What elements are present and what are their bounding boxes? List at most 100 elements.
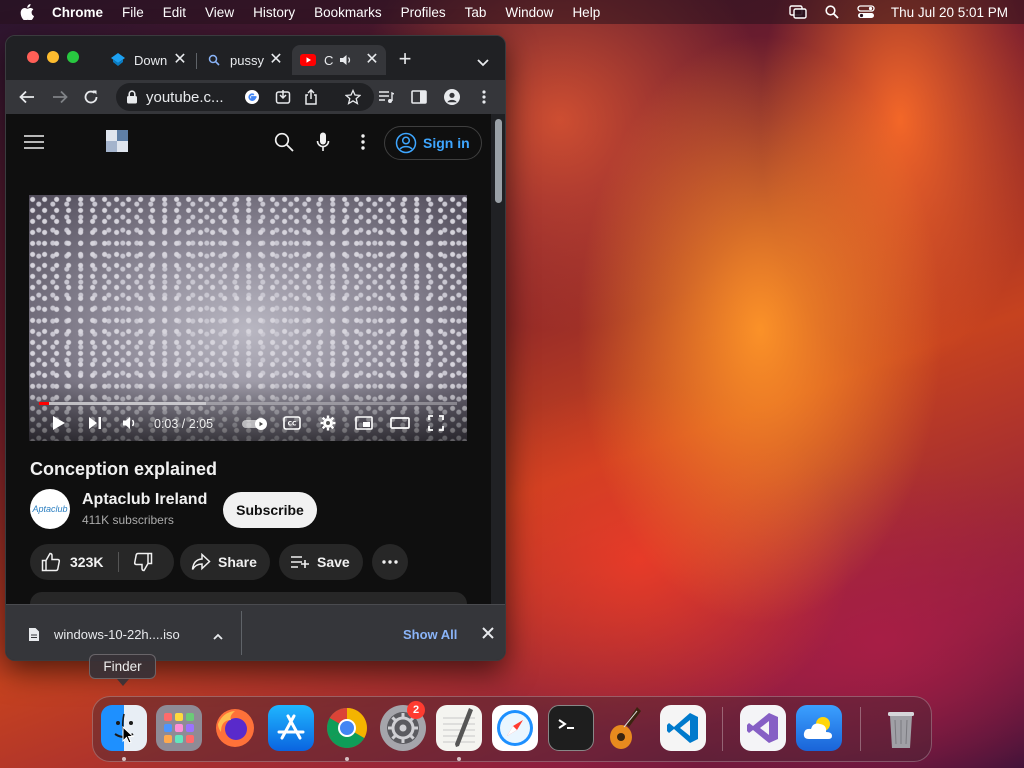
tab-search-chevron-icon[interactable]: [476, 54, 490, 67]
launchpad-icon[interactable]: [156, 705, 202, 751]
tab-downloads[interactable]: Down ✕: [102, 45, 194, 75]
menu-edit[interactable]: Edit: [163, 5, 186, 20]
install-app-icon[interactable]: [273, 87, 293, 107]
lock-icon[interactable]: [126, 90, 138, 104]
forward-icon[interactable]: [50, 87, 70, 107]
address-bar[interactable]: youtube.c...: [116, 83, 374, 111]
chevron-up-icon[interactable]: [212, 629, 224, 640]
tab-search[interactable]: pussy ✕: [198, 45, 290, 75]
youtube-logo-icon[interactable]: [106, 130, 128, 152]
chrome-icon[interactable]: [324, 705, 370, 751]
autoplay-toggle[interactable]: [242, 417, 268, 430]
weather-icon[interactable]: [796, 705, 842, 751]
menu-view[interactable]: View: [205, 5, 234, 20]
new-tab-button[interactable]: +: [396, 48, 414, 70]
firefox-icon[interactable]: [212, 705, 258, 751]
share-button[interactable]: Share: [180, 544, 270, 580]
garageband-icon[interactable]: [604, 705, 650, 751]
shelf-divider: [241, 611, 242, 655]
textedit-icon[interactable]: [436, 705, 482, 751]
media-control-icon[interactable]: [376, 87, 396, 107]
menu-window[interactable]: Window: [505, 5, 553, 20]
screen-mirroring-icon[interactable]: [787, 4, 809, 20]
menu-history[interactable]: History: [253, 5, 295, 20]
chrome-menu-icon[interactable]: [474, 87, 494, 107]
google-lens-icon[interactable]: [242, 87, 262, 107]
dock-tooltip: Finder: [89, 654, 156, 686]
audio-playing-icon[interactable]: [338, 52, 354, 68]
apple-icon[interactable]: [18, 3, 36, 21]
save-button[interactable]: Save: [279, 544, 363, 580]
show-all-button[interactable]: Show All: [403, 627, 457, 642]
zoom-window-button[interactable]: [67, 51, 79, 63]
tooltip-text: Finder: [103, 659, 142, 674]
close-tab-icon[interactable]: ✕: [172, 52, 188, 68]
dock: 2: [92, 696, 932, 762]
profile-icon[interactable]: [442, 87, 462, 107]
menu-bookmarks[interactable]: Bookmarks: [314, 5, 382, 20]
microphone-icon[interactable]: [311, 130, 335, 154]
trash-icon[interactable]: [878, 705, 924, 751]
fullscreen-icon[interactable]: [426, 413, 446, 433]
tab-strip: Down ✕ pussy ✕ C ✕ +: [6, 36, 505, 80]
menu-help[interactable]: Help: [572, 5, 600, 20]
video-player[interactable]: 0:03 / 2:05 CC: [29, 195, 467, 441]
page-scrollbar[interactable]: [491, 114, 505, 604]
bookmark-star-icon[interactable]: [343, 87, 363, 107]
sign-in-button[interactable]: Sign in: [384, 126, 482, 160]
channel-avatar[interactable]: Aptaclub: [30, 489, 70, 529]
close-tab-icon[interactable]: ✕: [268, 52, 284, 68]
captions-icon[interactable]: CC: [282, 413, 302, 433]
close-tab-icon[interactable]: ✕: [364, 52, 380, 68]
volume-icon[interactable]: [120, 413, 140, 433]
terminal-icon[interactable]: [548, 705, 594, 751]
menu-app-name[interactable]: Chrome: [52, 5, 103, 20]
app-store-icon[interactable]: [268, 705, 314, 751]
minimize-window-button[interactable]: [47, 51, 59, 63]
side-panel-icon[interactable]: [409, 87, 429, 107]
theater-mode-icon[interactable]: [390, 413, 410, 433]
running-indicator: [345, 757, 349, 761]
running-indicator: [122, 757, 126, 761]
tab-youtube[interactable]: C ✕: [292, 45, 386, 75]
thumbs-down-icon[interactable]: [132, 551, 154, 573]
menu-hamburger-icon[interactable]: [24, 135, 44, 149]
progress-bar[interactable]: [39, 402, 457, 405]
progress-buffered: [39, 402, 207, 405]
safari-icon[interactable]: [492, 705, 538, 751]
settings-gear-icon[interactable]: [318, 413, 338, 433]
like-divider: [118, 552, 119, 572]
menu-tab[interactable]: Tab: [465, 5, 487, 20]
control-center-icon[interactable]: [855, 4, 877, 20]
menu-clock[interactable]: Thu Jul 20 5:01 PM: [891, 5, 1008, 20]
menu-file[interactable]: File: [122, 5, 144, 20]
close-shelf-icon[interactable]: [480, 625, 496, 641]
miniplayer-icon[interactable]: [354, 413, 374, 433]
subscribe-button[interactable]: Subscribe: [223, 492, 317, 528]
vscode-icon[interactable]: [660, 705, 706, 751]
download-filename[interactable]: windows-10-22h....iso: [54, 627, 180, 642]
search-icon: [206, 52, 222, 68]
visual-studio-icon[interactable]: [740, 705, 786, 751]
more-actions-button[interactable]: [372, 544, 408, 580]
mouse-pointer-icon: [122, 725, 135, 744]
like-count[interactable]: 323K: [70, 554, 103, 570]
url-text[interactable]: youtube.c...: [146, 89, 224, 106]
description-box[interactable]: [30, 592, 467, 604]
next-video-icon[interactable]: [85, 413, 105, 433]
reload-icon[interactable]: [81, 87, 101, 107]
spotlight-search-icon[interactable]: [821, 4, 843, 20]
scrollbar-thumb[interactable]: [495, 119, 502, 203]
close-window-button[interactable]: [27, 51, 39, 63]
search-icon[interactable]: [272, 130, 296, 154]
share-page-icon[interactable]: [301, 87, 321, 107]
more-options-icon[interactable]: [351, 130, 375, 154]
channel-name[interactable]: Aptaclub Ireland: [82, 491, 207, 509]
like-dislike-group: 323K: [30, 544, 174, 580]
youtube-page: Sign in 0:03 / 2:05 CC Conception explai…: [6, 114, 491, 604]
thumbs-up-icon[interactable]: [40, 551, 62, 573]
tab-title: Down: [134, 52, 168, 68]
back-icon[interactable]: [17, 87, 37, 107]
menu-profiles[interactable]: Profiles: [401, 5, 446, 20]
play-icon[interactable]: [49, 413, 69, 433]
